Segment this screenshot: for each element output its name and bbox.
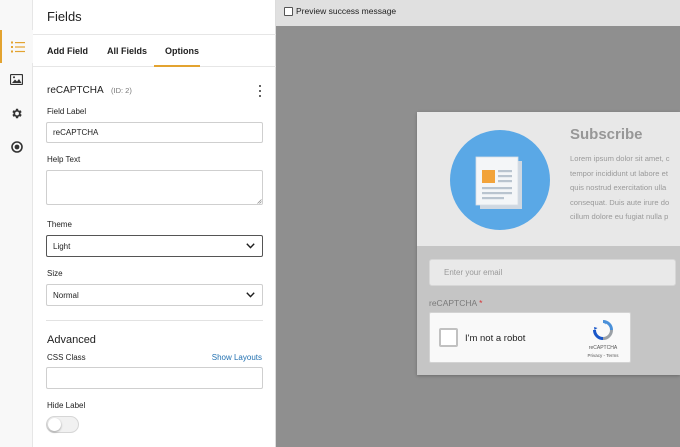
chevron-down-icon <box>246 243 255 249</box>
recaptcha-label: reCAPTCHA * <box>429 298 482 308</box>
show-layouts-link[interactable]: Show Layouts <box>212 353 262 362</box>
recaptcha-logo-icon <box>593 320 613 340</box>
media-nav-button[interactable] <box>0 63 33 96</box>
recaptcha-brand: reCAPTCHA <box>588 345 618 351</box>
image-icon <box>10 74 23 85</box>
newsletter-illustration <box>450 130 550 230</box>
recaptcha-checkbox[interactable] <box>439 328 458 347</box>
panel-tabs: Add Field All Fields Options <box>33 36 276 67</box>
icon-rail <box>0 0 33 447</box>
active-tab-indicator <box>154 65 200 67</box>
description-line: quis nostrud exercitation ulla <box>570 183 667 192</box>
form-preview-card[interactable]: Subscribe Lorem ipsum dolor sit amet, c … <box>417 112 680 375</box>
theme-label: Theme <box>47 220 72 229</box>
hide-label-label: Hide Label <box>47 401 86 410</box>
description-line: cillum dolore eu fugiat nulla p <box>570 212 669 221</box>
tab-options[interactable]: Options <box>165 46 199 56</box>
chevron-down-icon <box>246 292 255 298</box>
description-line: tempor incididunt ut labore et <box>570 168 668 178</box>
form-description: Lorem ipsum dolor sit amet, c tempor inc… <box>570 152 680 225</box>
divider <box>33 34 276 35</box>
theme-select[interactable]: Light <box>46 235 263 257</box>
circle-dot-icon <box>10 140 23 153</box>
recaptcha-widget: I'm not a robot reCAPTCHA Privacy - Term… <box>429 312 631 363</box>
tab-all-fields[interactable]: All Fields <box>107 46 147 56</box>
extra-nav-button[interactable] <box>0 130 33 163</box>
help-text-label: Help Text <box>47 155 81 164</box>
tab-add-field[interactable]: Add Field <box>47 46 88 56</box>
settings-nav-button[interactable] <box>0 97 33 130</box>
resize-handle-icon[interactable] <box>257 199 262 204</box>
advanced-heading: Advanced <box>47 334 96 346</box>
preview-success-checkbox[interactable] <box>284 7 293 16</box>
gear-icon <box>12 108 22 119</box>
recaptcha-label-text: reCAPTCHA <box>429 298 477 308</box>
field-name: reCAPTCHA <box>47 85 104 96</box>
field-id: (ID: 2) <box>111 86 132 95</box>
required-mark: * <box>479 298 483 308</box>
css-class-label: CSS Class <box>47 353 86 362</box>
field-label-label: Field Label <box>47 107 87 116</box>
toggle-knob <box>48 418 61 431</box>
panel-title: Fields <box>47 9 82 24</box>
recaptcha-privacy-links[interactable]: Privacy - Terms <box>582 353 624 358</box>
help-text-textarea[interactable] <box>46 170 263 205</box>
size-label: Size <box>47 269 63 278</box>
email-field[interactable]: Enter your email <box>429 259 676 286</box>
size-value: Normal <box>53 290 79 300</box>
section-divider <box>46 320 263 321</box>
description-line: consequat. Duis aute irure do <box>570 197 670 207</box>
size-select[interactable]: Normal <box>46 284 263 306</box>
hide-label-toggle[interactable] <box>46 416 79 433</box>
field-label-input[interactable] <box>46 122 263 143</box>
newspaper-icon <box>475 156 522 209</box>
description-line: Lorem ipsum dolor sit amet, c <box>570 154 670 163</box>
more-options-icon[interactable] <box>257 84 263 98</box>
css-class-input[interactable] <box>46 367 263 389</box>
field-options-panel: Fields Add Field All Fields Options reCA… <box>33 0 276 447</box>
recaptcha-text: I'm not a robot <box>465 333 526 344</box>
list-icon <box>10 41 25 52</box>
theme-value: Light <box>53 241 71 251</box>
form-title: Subscribe <box>570 126 643 143</box>
preview-toolbar: Preview success message <box>276 0 680 26</box>
form-header: Subscribe Lorem ipsum dolor sit amet, c … <box>417 112 680 246</box>
preview-success-label: Preview success message <box>296 6 397 16</box>
fields-nav-button[interactable] <box>0 30 33 63</box>
